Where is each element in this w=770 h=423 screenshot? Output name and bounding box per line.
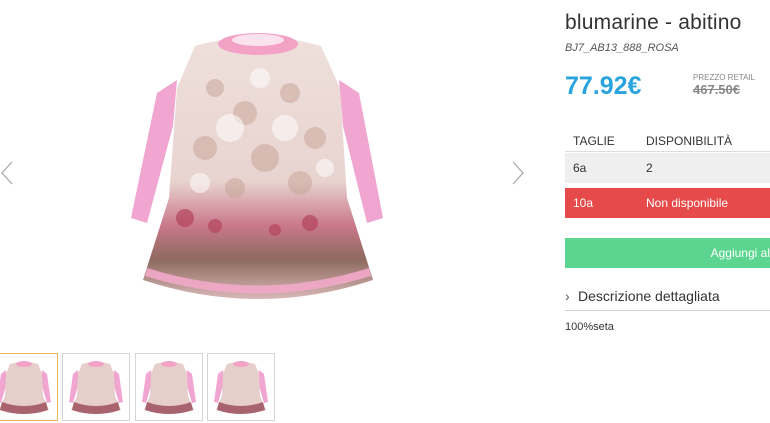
description-toggle-label: Descrizione dettagliata <box>578 288 720 304</box>
thumbnail-strip <box>0 353 290 423</box>
chevron-left-icon <box>1 161 13 185</box>
size-availability-table: TAGLIE DISPONIBILITÀ 6a 2 10a Non dispon… <box>565 131 770 218</box>
next-image-button[interactable] <box>505 156 525 190</box>
description-toggle[interactable]: › Descrizione dettagliata <box>565 286 770 311</box>
product-gallery <box>0 0 540 423</box>
add-to-cart-button[interactable]: Aggiungi al <box>565 238 770 268</box>
prev-image-button[interactable] <box>0 156 20 190</box>
product-title: blumarine - abitino <box>565 11 742 34</box>
description-text: 100%seta <box>565 321 614 333</box>
availability-column-header: DISPONIBILITÀ <box>646 134 733 148</box>
add-to-cart-label: Aggiungi al <box>710 246 770 260</box>
size-column-header: TAGLIE <box>573 134 615 148</box>
product-info-panel: blumarine - abitino BJ7_AB13_888_ROSA 77… <box>565 0 770 423</box>
size-value: 6a <box>573 161 587 175</box>
thumbnail-4[interactable] <box>207 353 275 421</box>
size-row-6a[interactable]: 6a 2 <box>565 153 770 183</box>
size-value: 10a <box>573 196 594 210</box>
availability-value: Non disponibile <box>646 196 729 210</box>
chevron-right-icon <box>512 161 524 185</box>
thumbnail-3[interactable] <box>135 353 203 421</box>
chevron-right-icon: › <box>565 288 570 304</box>
product-price: 77.92€ <box>565 72 642 100</box>
product-main-image[interactable] <box>125 18 390 318</box>
thumbnail-2[interactable] <box>62 353 130 421</box>
retail-price-label: PREZZO RETAIL <box>693 73 756 82</box>
retail-price: 467.50€ <box>693 82 740 97</box>
size-row-10a[interactable]: 10a Non disponibile <box>565 188 770 218</box>
availability-value: 2 <box>646 161 653 175</box>
product-sku: BJ7_AB13_888_ROSA <box>565 42 679 54</box>
size-table-header: TAGLIE DISPONIBILITÀ <box>565 131 770 152</box>
thumbnail-1[interactable] <box>0 353 58 421</box>
